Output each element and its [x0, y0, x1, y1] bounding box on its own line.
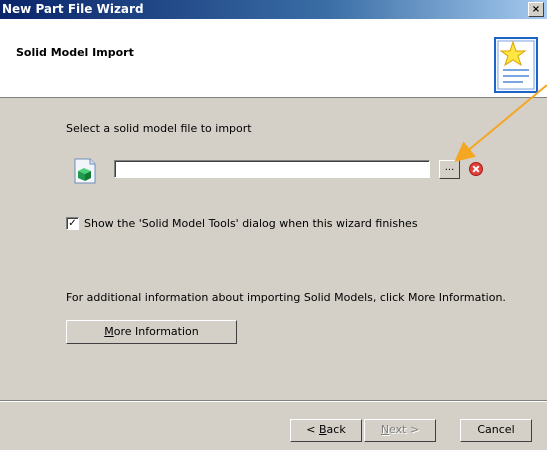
cancel-button[interactable]: Cancel: [460, 419, 532, 442]
wizard-header: Solid Model Import: [0, 19, 547, 98]
show-tools-checkbox[interactable]: ✓: [66, 217, 79, 230]
browse-button[interactable]: ...: [439, 160, 460, 179]
red-x-clear-icon[interactable]: [469, 162, 483, 176]
next-button[interactable]: Next >: [364, 419, 436, 442]
wizard-star-document-icon: [494, 37, 538, 93]
page-title: Solid Model Import: [16, 46, 134, 59]
next-label: ext >: [389, 423, 420, 436]
close-button[interactable]: ×: [528, 2, 544, 17]
more-information-button[interactable]: More Information: [66, 320, 237, 344]
close-icon: ×: [531, 4, 541, 15]
back-prefix: <: [306, 423, 319, 436]
more-info-label: ore Information: [113, 325, 199, 338]
browse-button-label: ...: [444, 162, 455, 173]
more-info-description: For additional information about importi…: [66, 291, 506, 304]
wizard-body: Select a solid model file to import ... …: [0, 98, 547, 400]
next-mnemonic: N: [380, 423, 390, 436]
file-path-input[interactable]: [114, 160, 430, 178]
show-tools-checkbox-label[interactable]: Show the 'Solid Model Tools' dialog when…: [84, 217, 418, 230]
cancel-label: Cancel: [477, 423, 515, 436]
more-info-mnemonic: M: [104, 325, 114, 338]
footer-separator: [0, 400, 547, 402]
back-mnemonic: B: [319, 423, 327, 436]
green-solid-model-icon: [74, 158, 96, 184]
back-label: ack: [326, 423, 346, 436]
window-title: New Part File Wizard: [2, 2, 144, 16]
check-mark-icon: ✓: [68, 218, 77, 229]
title-bar[interactable]: New Part File Wizard ×: [0, 0, 547, 19]
back-button[interactable]: < Back: [290, 419, 362, 442]
instruction-text: Select a solid model file to import: [66, 122, 252, 135]
